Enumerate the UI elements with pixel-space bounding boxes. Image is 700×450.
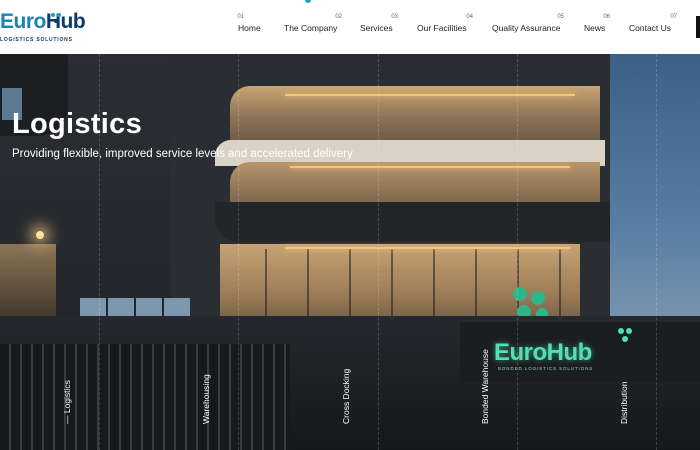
nav-item-services[interactable]: 03 Services bbox=[360, 14, 398, 40]
nav-label: Our Facilities bbox=[417, 23, 467, 33]
nav-item-quality-assurance[interactable]: 05 Quality Assurance bbox=[492, 14, 564, 40]
nav-number: 01 bbox=[237, 14, 244, 20]
led-strip bbox=[285, 94, 575, 96]
building-lit-entrance bbox=[0, 244, 56, 324]
building-fence bbox=[0, 344, 290, 450]
nav-item-the-company[interactable]: 02 The Company bbox=[284, 14, 342, 40]
hero-subtitle: Providing flexible, improved service lev… bbox=[12, 148, 353, 160]
column-guide bbox=[517, 54, 518, 450]
nav-label: The Company bbox=[284, 23, 338, 33]
led-strip bbox=[285, 247, 570, 249]
service-link-cross-docking[interactable]: Cross Docking bbox=[341, 369, 351, 424]
sign-dots-icon bbox=[618, 328, 632, 342]
building-sign-wordmark: EuroHub bbox=[494, 339, 592, 367]
column-guide bbox=[656, 54, 657, 450]
sign-word-part1: Euro bbox=[494, 339, 547, 366]
sign-word-part2: Hub bbox=[546, 339, 593, 366]
main-nav: 01 Home 02 The Company 03 Services 04 Ou… bbox=[0, 0, 700, 54]
column-guide bbox=[238, 54, 239, 450]
building-dark-slab bbox=[215, 202, 610, 242]
nav-number: 04 bbox=[466, 14, 473, 20]
nav-number: 02 bbox=[335, 14, 342, 20]
service-link-distribution[interactable]: Distribution bbox=[619, 381, 629, 424]
nav-label: Contact Us bbox=[629, 23, 672, 33]
building-sign-tagline: BONDED LOGISTICS SOLUTIONS bbox=[498, 366, 594, 371]
building-middle-floor bbox=[230, 162, 600, 204]
nav-number: 07 bbox=[670, 14, 677, 20]
nav-item-our-facilities[interactable]: 04 Our Facilities bbox=[417, 14, 473, 40]
led-strip bbox=[290, 166, 570, 168]
nav-label: Services bbox=[360, 23, 393, 33]
nav-number: 05 bbox=[557, 14, 564, 20]
nav-label: News bbox=[584, 23, 606, 33]
nav-label: Quality Assurance bbox=[492, 23, 561, 33]
site-header: EuroHub LOGISTICS SOLUTIONS 01 Home 02 T… bbox=[0, 0, 700, 54]
wall-lamp bbox=[36, 231, 44, 239]
nav-number: 06 bbox=[603, 14, 610, 20]
hero-title: Logistics bbox=[12, 108, 142, 140]
service-link-warehousing[interactable]: Warehousing bbox=[201, 374, 211, 424]
nav-item-news[interactable]: 06 News bbox=[584, 14, 610, 40]
column-guide bbox=[378, 54, 379, 450]
menu-toggle-edge[interactable] bbox=[696, 16, 700, 38]
service-link-bonded-warehouse[interactable]: Bonded Warehouse bbox=[480, 349, 490, 424]
nav-item-contact-us[interactable]: 07 Contact Us bbox=[629, 14, 677, 40]
nav-label: Home bbox=[238, 23, 261, 33]
service-link-logistics[interactable]: — Logistics bbox=[62, 380, 72, 424]
nav-number: 03 bbox=[391, 14, 398, 20]
